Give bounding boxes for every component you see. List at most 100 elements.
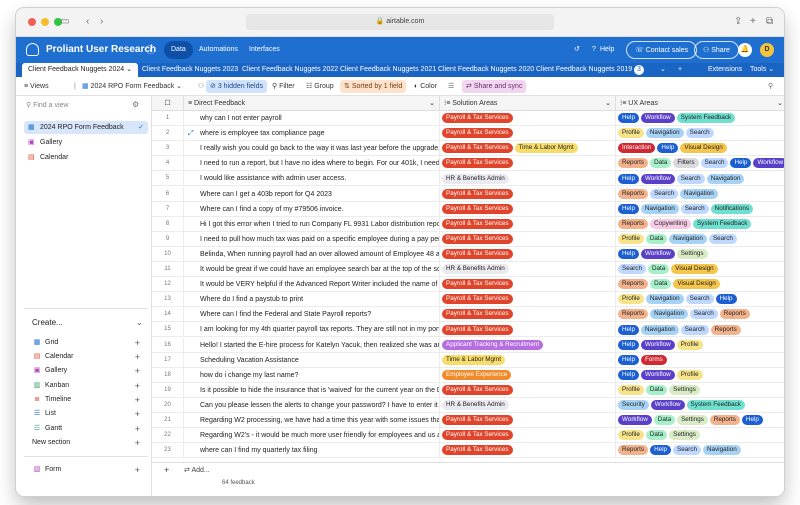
feedback-cell[interactable]: Where do I find a paystub to print [184,292,440,308]
create-grid[interactable]: ▦ Grid + [32,338,140,348]
table-tab-2019[interactable]: Client Feedback Nuggets 2019 [530,63,638,77]
back-icon[interactable]: ‹ [86,15,89,29]
table-row[interactable]: 1 why can I not enter payroll Payroll & Ta… [152,111,784,127]
solution-areas-cell[interactable]: Payroll & Tax Services [440,216,616,232]
create-timeline[interactable]: ≣ Timeline + [32,395,140,405]
help-icon[interactable]: ? [592,41,596,59]
create-new-section[interactable]: New section + [32,438,140,448]
address-bar[interactable]: 🔒 airtable.com [246,14,554,30]
table-row[interactable]: 3I really wish you could go back to the … [152,141,784,157]
table-row[interactable]: 22 Regarding W2's - it would be much more… [152,428,784,444]
feedback-cell[interactable]: I need to run a report, but I have no id… [184,156,440,172]
sidebar-view-gallery[interactable]: ▣ Gallery [24,136,148,149]
group-button[interactable]: ☷ Group [302,80,338,93]
solution-areas-cell[interactable]: HR & Benefits Admin [440,262,616,277]
sidebar-view-calendar[interactable]: ▤ Calendar [24,151,148,164]
table-row[interactable]: 19 Is it possible to hide the insurance t… [152,382,784,398]
ux-areas-cell[interactable]: Reports Data Filters Search Help Workflow [616,156,784,171]
column-ux-areas[interactable]: ⁝≡ UX Areas ⌄ [616,96,784,111]
ux-areas-cell[interactable]: Help Workflow System Feedback [616,111,784,126]
ux-areas-cell[interactable]: Security Workflow System Feedback [616,398,784,413]
table-row[interactable]: 4I need to run a report, but I have no i… [152,156,784,172]
info-icon[interactable]: ⓘ [146,37,155,63]
share-button[interactable]: ⚇ Share [694,41,739,59]
feedback-cell[interactable]: I would like assistance with admin user … [184,171,440,187]
table-row[interactable]: 2 ⤢ where is employee tax compliance page P… [152,126,784,142]
ux-areas-cell[interactable]: Workflow Data Settings Reports Help [616,413,784,428]
add-record-button[interactable]: ⇄ Add... [184,466,210,474]
more-tables-chevron-icon[interactable]: ⌄ [654,63,672,77]
solution-areas-cell[interactable]: Applicant Tracking & Recruitment [440,337,616,353]
contact-sales-button[interactable]: ☏ Contact sales [626,41,698,59]
ux-areas-cell[interactable]: Help Workflow Profile [616,368,784,383]
ux-areas-cell[interactable]: Profile Data Navigation Search [616,232,784,247]
feedback-cell[interactable]: Regarding W2's - it would be much more u… [184,428,440,444]
ux-areas-cell[interactable]: Profile Data Settings [616,383,784,398]
history-icon[interactable]: ↺ [574,41,580,59]
feedback-cell[interactable]: I really wish you could go back to the w… [184,141,440,157]
ux-areas-cell[interactable]: Reports Data Visual Design [616,277,784,292]
sort-button[interactable]: ⇅ Sorted by 1 field [340,80,407,93]
solution-areas-cell[interactable]: Payroll & Tax Services [440,307,616,323]
column-direct-feedback[interactable]: ≡ Direct Feedback ⌄ [184,96,440,111]
column-solution-areas[interactable]: ⁝≡ Solution Areas ⌄ [440,96,616,111]
solution-areas-cell[interactable]: Payroll & Tax Services [440,201,616,217]
color-button[interactable]: ◐ Color [410,80,441,93]
solution-areas-cell[interactable]: Payroll & Tax Services [440,246,616,262]
add-table-icon[interactable]: + [672,63,688,77]
close-window-button[interactable] [28,18,36,26]
create-form[interactable]: ▧ Form + [32,465,140,475]
forward-icon[interactable]: › [100,15,103,29]
filter-button[interactable]: ⚲ Filter [268,80,299,93]
feedback-cell[interactable]: It would be VERY helpful if the Advanced… [184,277,440,293]
table-row[interactable]: 20 Can you please lessen the alerts to ch… [152,397,784,413]
share-page-icon[interactable]: ⇪ [734,15,742,29]
solution-areas-cell[interactable]: Payroll & Tax Services Time & Labor Mgmt [440,141,616,157]
add-row-icon[interactable]: + [164,465,169,475]
ux-areas-cell[interactable]: Reports Copywriting System Feedback [616,217,784,232]
solution-areas-cell[interactable]: Payroll & Tax Services [440,413,616,428]
user-avatar[interactable]: D [760,43,774,57]
table-row[interactable]: 23 where can I find my quarterly tax fili… [152,443,784,459]
minimize-window-button[interactable] [41,18,49,26]
nav-interfaces[interactable]: Interfaces [242,41,287,59]
create-calendar[interactable]: ▤ Calendar + [32,352,140,362]
create-kanban[interactable]: ▥ Kanban + [32,381,140,391]
hidden-fields-button[interactable]: ⊘ 3 hidden fields [206,80,267,93]
solution-areas-cell[interactable]: Payroll & Tax Services [440,277,616,293]
share-sync-button[interactable]: ⇄ Share and sync [462,80,527,93]
feedback-cell[interactable]: It would be great if we could have an em… [184,262,440,277]
sidebar-view-rpo-form[interactable]: ▦ 2024 RPO Form Feedback ✓ [24,121,148,134]
create-gantt[interactable]: ☲ Gantt + [32,424,140,434]
feedback-cell[interactable]: where can I find my quarterly tax filing [184,443,440,459]
ux-areas-cell[interactable]: Help Navigation Search Notifications [616,202,784,217]
solution-areas-cell[interactable]: Payroll & Tax Services [440,231,616,247]
solution-areas-cell[interactable]: Payroll & Tax Services [440,322,616,338]
ux-areas-cell[interactable]: Search Data Visual Design [616,262,784,277]
solution-areas-cell[interactable]: Payroll & Tax Services [440,111,616,126]
table-tab-2021[interactable]: Client Feedback Nuggets 2021 [334,63,442,77]
ux-areas-cell[interactable]: Help Navigation Search Reports [616,322,784,337]
nav-automations[interactable]: Automations [192,41,245,59]
solution-areas-cell[interactable]: Employee Experience [440,367,616,383]
feedback-cell[interactable]: Scheduling Vacation Assistance [184,352,440,368]
solution-areas-cell[interactable]: Payroll & Tax Services [440,292,616,308]
table-row[interactable]: 12 It would be VERY helpful if the Advanc… [152,277,784,293]
table-row[interactable]: 9I need to pull how much tax was paid on… [152,231,784,247]
ux-areas-cell[interactable]: Profile Navigation Search [616,126,784,141]
table-row[interactable]: 8 Hi I got this error when I tried to run… [152,216,784,232]
table-row[interactable]: 14 Where can I find the Federal and State… [152,307,784,323]
create-chevron-icon[interactable]: ⌄ [136,318,143,327]
ux-areas-cell[interactable]: Help Workflow Profile [616,338,784,353]
solution-areas-cell[interactable]: Payroll & Tax Services [440,443,616,459]
nav-data[interactable]: Data [164,41,193,59]
feedback-cell[interactable]: how do i change my last name? [184,367,440,383]
solution-areas-cell[interactable]: Payroll & Tax Services [440,382,616,398]
create-heading[interactable]: Create... [32,318,63,327]
solution-areas-cell[interactable]: Time & Labor Mgmt [440,352,616,368]
views-toggle[interactable]: ≡ Views [20,80,53,93]
solution-areas-cell[interactable]: Payroll & Tax Services [440,186,616,202]
table-row[interactable]: 13 Where do I find a paystub to print Payr… [152,292,784,308]
help-link[interactable]: Help [600,41,614,59]
feedback-cell[interactable]: where is employee tax compliance page [184,126,440,142]
